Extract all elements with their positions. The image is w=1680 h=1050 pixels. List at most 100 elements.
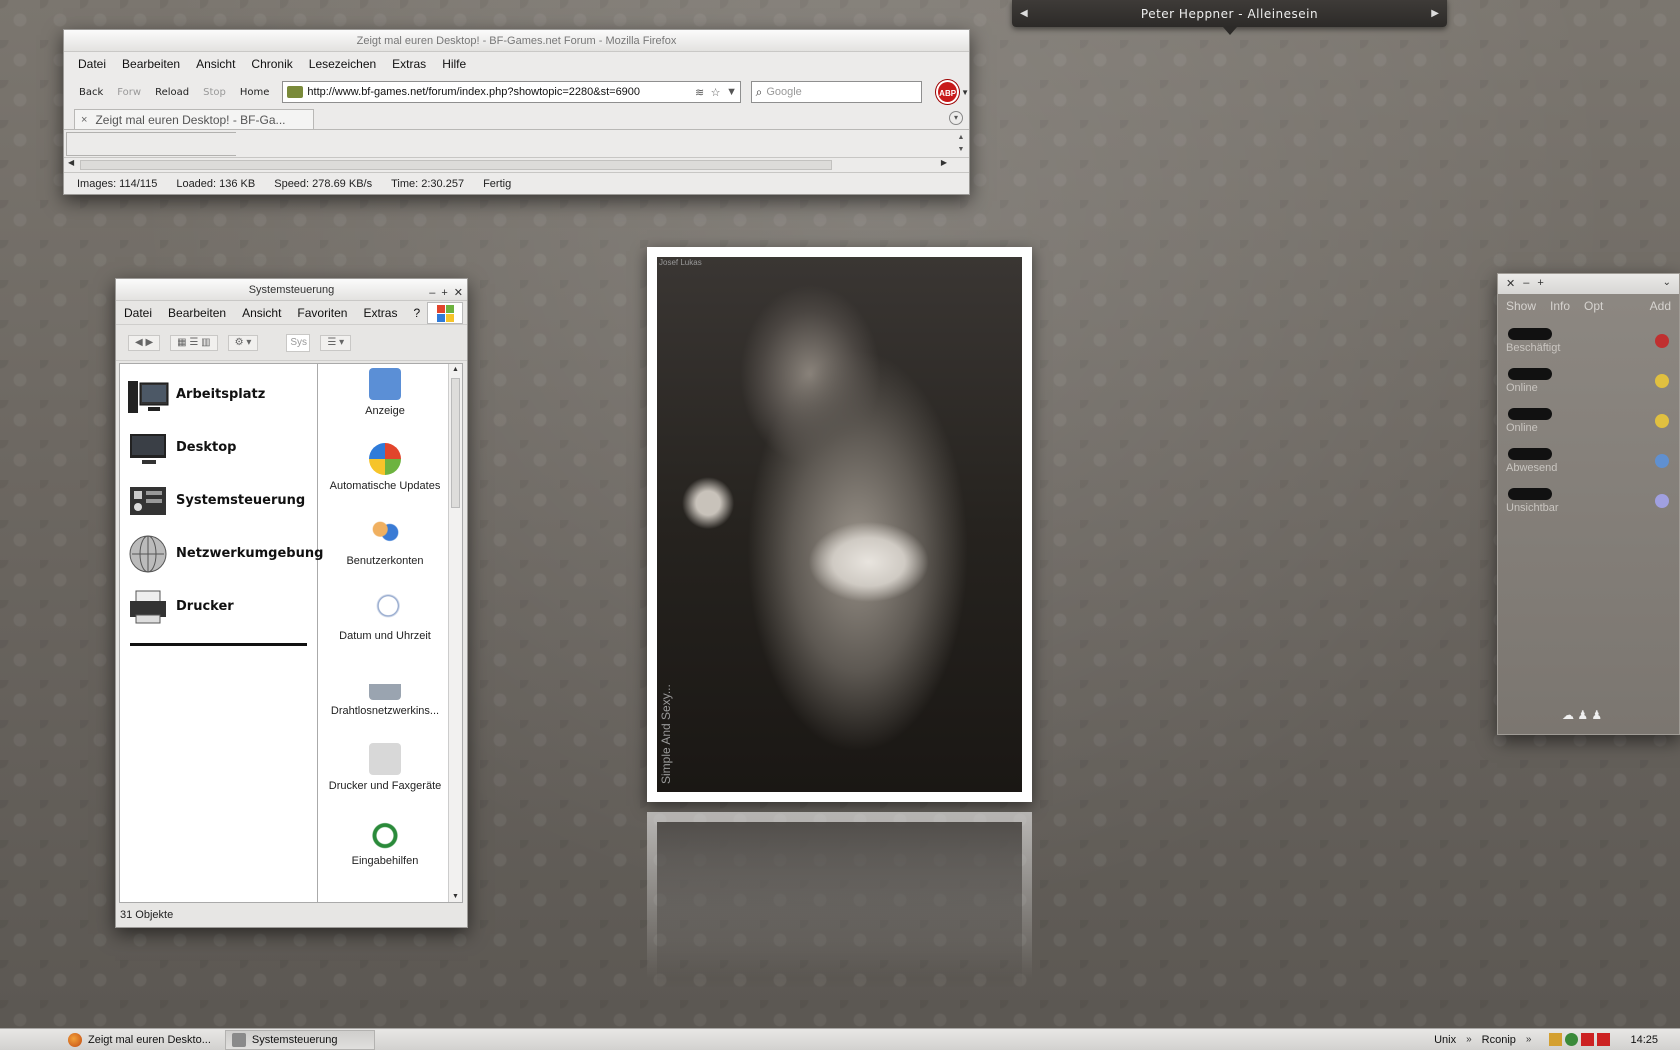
search-input[interactable]: ⌕ Google [750,81,923,103]
vertical-scrollbar[interactable]: ▲ ▼ [955,132,967,156]
photo-frame: Josef Lukas Simple And Sexy... [647,247,1032,802]
stop-button[interactable]: Stop [196,87,233,98]
search-icon[interactable]: ⌕ [756,85,763,100]
scroll-left-icon[interactable]: ◀ [68,158,74,167]
back-button[interactable]: Back [72,87,110,98]
sidebar-item-netzwerkumgebung[interactable]: Netzwerkumgebung [120,527,323,580]
contact-status: Abwesend [1506,462,1558,474]
cp-item-anzeige[interactable]: Anzeige [322,364,448,439]
sidebar-item-drucker[interactable]: Drucker [120,580,317,633]
cp-item-drahtlosnetzwerk[interactable]: Drahtlosnetzwerkins... [322,664,448,739]
add-contact-button[interactable]: Add [1650,299,1671,313]
tab-opt[interactable]: Opt [1584,299,1603,313]
tab-info[interactable]: Info [1550,299,1570,313]
adblock-plus-icon[interactable]: ABP [936,80,960,104]
firefox-window: Zeigt mal euren Desktop! - BF-Games.net … [63,29,970,195]
task-label: Zeigt mal euren Deskto... [88,1033,211,1046]
systemsteuerung-window: Systemsteuerung ‒ + ✕ Datei Bearbeiten A… [115,278,468,928]
home-button[interactable]: Home [233,87,277,98]
contact-item[interactable]: Online [1498,368,1679,404]
sidebar-item-label: Arbeitsplatz [176,387,266,402]
sidebar-item-desktop[interactable]: Desktop [120,421,317,474]
scroll-thumb[interactable] [451,378,460,508]
back-forward-button[interactable]: ◀ ▶ [128,334,161,351]
horizontal-scrollbar[interactable]: ◀ ▶ [64,158,969,172]
control-panel-scrollbar[interactable]: ▲ ▼ [448,364,462,902]
maximize-button[interactable]: + [1537,277,1543,290]
task-systemsteuerung[interactable]: Systemsteuerung [224,1029,375,1050]
wireless-icon [369,668,401,700]
firefox-icon [68,1032,82,1047]
contact-item[interactable]: Unsichtbar [1498,488,1679,524]
menu-ansicht[interactable]: Ansicht [188,57,243,71]
tab-active[interactable]: × Zeigt mal euren Desktop! - BF-Ga... [74,109,314,129]
task-firefox[interactable]: Zeigt mal euren Deskto... [62,1030,217,1050]
contact-item[interactable]: Online [1498,408,1679,444]
menu-extras[interactable]: Extras [355,306,405,320]
bookmark-star-icon[interactable]: ☆ [708,86,724,99]
sidebar-item-arbeitsplatz[interactable]: Arbeitsplatz [120,368,317,421]
sidebar-item-label: Systemsteuerung [176,493,306,508]
menu-chronik[interactable]: Chronik [243,57,300,71]
tab-list-icon[interactable]: ▾ [949,111,963,125]
pencil-icon[interactable] [1549,1033,1563,1046]
menu-bearbeiten[interactable]: Bearbeiten [160,306,234,320]
url-history-dropdown-icon[interactable]: ▼ [724,86,740,98]
chevron-down-icon[interactable]: ⌄ [1663,277,1671,288]
close-button[interactable]: ✕ [1506,277,1515,290]
menu-lesezeichen[interactable]: Lesezeichen [301,57,384,71]
away-status-icon [1655,454,1669,468]
cp-item-automatische-updates[interactable]: Automatische Updates [322,439,448,514]
explorer-search-input[interactable]: Sys [286,333,311,352]
scroll-right-icon[interactable]: ▶ [941,158,947,167]
view-toggle-button[interactable]: ▦ ☰ ▥ [170,334,218,351]
url-text[interactable]: http://www.bf-games.net/forum/index.php?… [307,86,691,98]
minimize-button[interactable]: ‒ [1523,277,1529,290]
tray-unix[interactable]: Unix [1434,1034,1456,1046]
cp-item-eingabehilfen[interactable]: Eingabehilfen [322,814,448,889]
scroll-thumb[interactable] [80,160,832,170]
next-track-icon[interactable]: ▶ [1431,8,1439,19]
page-content[interactable]: ▲ ▼ [64,130,969,158]
network-icon[interactable] [1565,1033,1579,1046]
n-icon[interactable] [1597,1033,1611,1046]
menu-help[interactable]: ? [405,306,428,320]
invisible-status-icon [1655,494,1669,508]
scroll-up-icon[interactable]: ▲ [452,366,459,373]
cp-item-label: Anzeige [365,405,405,417]
contact-item[interactable]: Abwesend [1498,448,1679,484]
menu-datei[interactable]: Datei [116,306,160,320]
cp-item-datum-und-uhrzeit[interactable]: Datum und Uhrzeit [322,589,448,664]
adblock-dropdown-icon[interactable]: ▼ [961,88,969,97]
status-speed: Speed: 278.69 KB/s [274,177,373,190]
menu-favoriten[interactable]: Favoriten [289,306,355,320]
tab-show[interactable]: Show [1506,299,1536,313]
gear-icon[interactable]: ⚙ ▾ [227,334,259,351]
sidebar: Arbeitsplatz Desktop Systemsteuerung Net… [120,364,323,902]
previous-track-icon[interactable]: ◀ [1020,8,1028,19]
view-options-button[interactable]: ☰ ▾ [320,334,352,351]
sidebar-item-label: Netzwerkumgebung [176,546,324,561]
taskbar: Zeigt mal euren Deskto... Systemsteuerun… [0,1028,1680,1050]
forward-button[interactable]: Forw [110,87,148,98]
contact-item[interactable]: Beschäftigt [1498,328,1679,364]
menu-hilfe[interactable]: Hilfe [434,57,474,71]
scroll-down-icon[interactable]: ▼ [452,893,459,900]
url-bar[interactable]: http://www.bf-games.net/forum/index.php?… [282,81,741,103]
antivirus-icon[interactable] [1581,1033,1595,1046]
menu-bearbeiten[interactable]: Bearbeiten [114,57,188,71]
cp-item-drucker-und-faxgeraete[interactable]: Drucker und Faxgeräte [322,739,448,814]
cp-item-benutzerkonten[interactable]: Benutzerkonten [322,514,448,589]
menu-datei[interactable]: Datei [70,57,114,71]
close-tab-icon[interactable]: × [81,114,87,126]
reload-button[interactable]: Reload [148,87,196,98]
tray-rconip[interactable]: Rconip [1482,1034,1516,1046]
rss-feed-icon[interactable]: ≋ [692,86,708,99]
sidebar-item-systemsteuerung[interactable]: Systemsteuerung [120,474,317,527]
menu-ansicht[interactable]: Ansicht [234,306,289,320]
menu-extras[interactable]: Extras [384,57,434,71]
site-identity-icon[interactable] [287,86,304,98]
status-selector-icons[interactable]: ☁ ♟ ♟ [1562,708,1602,722]
cp-item-label: Drucker und Faxgeräte [328,780,442,792]
online-status-icon [1655,414,1669,428]
